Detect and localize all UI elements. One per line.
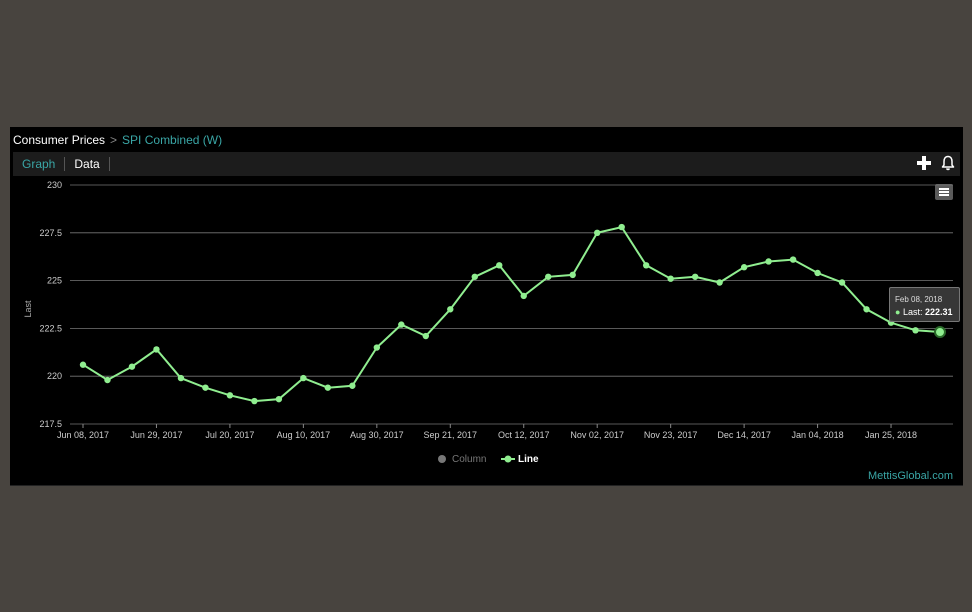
data-point[interactable]	[398, 321, 405, 328]
x-tick-label: Jan 25, 2018	[865, 430, 917, 440]
x-tick-label: Jul 20, 2017	[205, 430, 254, 440]
y-tick-label: 217.5	[39, 419, 62, 429]
data-point[interactable]	[153, 346, 160, 353]
data-point[interactable]	[177, 374, 185, 382]
y-tick-label: 220	[47, 371, 62, 381]
data-point[interactable]	[667, 275, 674, 282]
data-point[interactable]	[251, 397, 258, 405]
data-point[interactable]	[373, 344, 381, 351]
chart-panel: Consumer Prices > SPI Combined (W) Graph…	[10, 127, 963, 486]
data-point[interactable]	[324, 384, 332, 391]
x-tick-label: Dec 14, 2017	[717, 430, 771, 440]
legend-line-dot	[504, 455, 512, 463]
y-tick-label: 227.5	[39, 228, 62, 238]
y-tick-label: 225	[47, 276, 62, 286]
data-point[interactable]	[202, 384, 209, 391]
x-tick-label: Aug 30, 2017	[350, 430, 404, 440]
data-tooltip: Feb 08, 2018 ● Last: 222.31	[889, 287, 960, 322]
data-point[interactable]	[642, 262, 650, 269]
data-point[interactable]	[349, 382, 356, 389]
y-tick-label: 230	[47, 180, 62, 190]
x-axis-ticks: Jun 08, 2017 Jun 29, 2017 Jul 20, 2017 Aug …	[57, 424, 917, 440]
data-point[interactable]	[814, 269, 821, 277]
legend-column-label[interactable]: Column	[452, 454, 486, 465]
data-point[interactable]	[79, 361, 87, 368]
line-chart: 217.5220222.5225227.5230 Jun 08, 2017 Jun…	[23, 180, 953, 465]
brand-link[interactable]: MettisGlobal.com	[868, 470, 953, 482]
x-tick-label: Jan 04, 2018	[792, 430, 844, 440]
data-point[interactable]	[912, 327, 919, 334]
data-point[interactable]	[691, 273, 699, 280]
legend-line-label[interactable]: Line	[518, 454, 539, 465]
data-point[interactable]	[716, 279, 723, 286]
x-tick-label: Nov 02, 2017	[570, 430, 624, 440]
data-point[interactable]	[275, 395, 283, 403]
tooltip-row: ● Last: 222.31	[895, 307, 953, 317]
x-tick-label: Oct 12, 2017	[498, 430, 550, 440]
tooltip-label: Last:	[902, 307, 923, 317]
data-point[interactable]	[838, 279, 846, 286]
data-point[interactable]	[545, 273, 552, 280]
tooltip-date: Feb 08, 2018	[895, 295, 943, 304]
data-point[interactable]	[863, 306, 870, 313]
x-tick-label: Jun 08, 2017	[57, 430, 109, 440]
tooltip-value: 222.31	[924, 307, 953, 317]
x-tick-label: Nov 23, 2017	[644, 430, 698, 440]
data-point[interactable]	[128, 363, 136, 370]
data-point[interactable]	[104, 376, 111, 384]
y-axis-ticks: 217.5 220 222.5 225 227.5 230	[39, 180, 62, 429]
data-point[interactable]	[422, 332, 429, 340]
data-point[interactable]	[300, 374, 307, 382]
data-point-highlighted[interactable]	[934, 326, 946, 339]
data-point[interactable]	[594, 229, 601, 236]
series-line	[82, 225, 941, 403]
legend-column-marker[interactable]	[438, 455, 446, 463]
x-tick-label: Jun 29, 2017	[130, 430, 182, 440]
data-point[interactable]	[496, 262, 503, 269]
data-point[interactable]	[447, 306, 454, 313]
data-point[interactable]	[569, 271, 576, 279]
data-point[interactable]	[765, 258, 772, 265]
data-point[interactable]	[471, 273, 478, 280]
x-tick-label: Aug 10, 2017	[277, 430, 331, 440]
data-point[interactable]	[520, 292, 527, 300]
data-point[interactable]	[789, 256, 797, 263]
data-point[interactable]	[740, 264, 748, 271]
series-points	[79, 223, 946, 405]
legend: Column Line	[438, 454, 539, 465]
y-axis-label: Last	[23, 300, 33, 318]
y-tick-label: 222.5	[39, 323, 62, 333]
x-tick-label: Sep 21, 2017	[424, 430, 478, 440]
data-point[interactable]	[226, 392, 234, 399]
data-point[interactable]	[618, 223, 625, 231]
tooltip-dot-icon: ●	[895, 307, 901, 317]
